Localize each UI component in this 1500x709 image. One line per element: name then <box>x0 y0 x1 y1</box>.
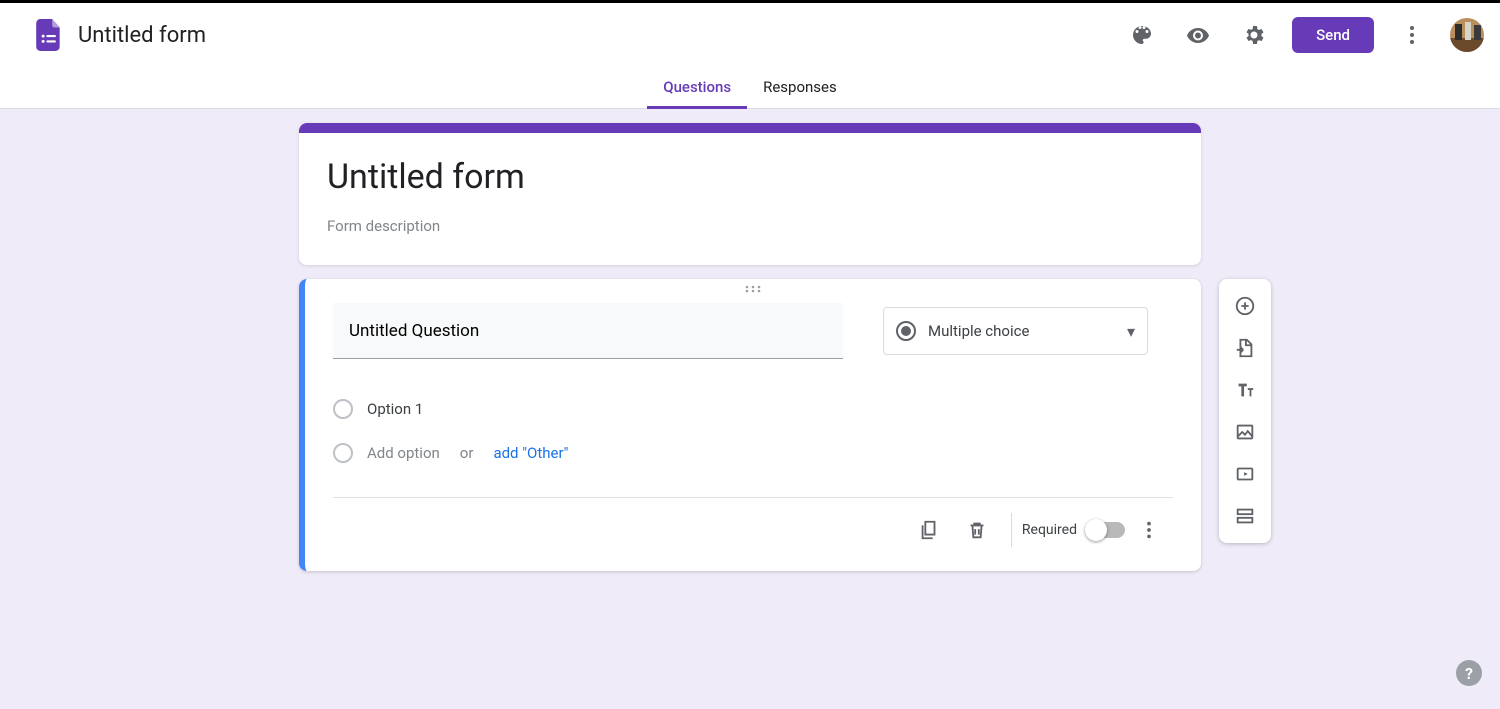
add-section-button[interactable] <box>1223 495 1267 537</box>
drag-handle[interactable] <box>305 279 1201 299</box>
add-option-button[interactable]: Add option <box>367 444 440 462</box>
question-title-input[interactable] <box>333 303 843 359</box>
add-title-button[interactable] <box>1223 369 1267 411</box>
required-label: Required <box>1022 522 1077 538</box>
or-label: or <box>460 444 474 462</box>
form-description[interactable]: Form description <box>327 217 1173 235</box>
option-radio-icon <box>333 399 353 419</box>
send-button[interactable]: Send <box>1292 17 1374 53</box>
side-toolbar <box>1219 279 1271 543</box>
help-button[interactable]: ? <box>1456 660 1482 686</box>
tab-responses[interactable]: Responses <box>747 67 853 109</box>
more-button[interactable] <box>1390 13 1434 57</box>
add-image-button[interactable] <box>1223 411 1267 453</box>
question-more-button[interactable] <box>1125 506 1173 554</box>
palette-icon <box>1130 23 1154 47</box>
editor-tabs: Questions Responses <box>0 67 1500 109</box>
forms-brand-icon[interactable] <box>34 17 64 53</box>
avatar-image <box>1450 18 1484 52</box>
account-avatar[interactable] <box>1450 18 1484 52</box>
form-header-card[interactable]: Untitled form Form description <box>299 123 1201 265</box>
option-label[interactable]: Option 1 <box>367 400 423 418</box>
option-radio-icon <box>333 443 353 463</box>
question-card[interactable]: Multiple choice ▾ Option 1 Add option o <box>299 279 1201 571</box>
copy-icon <box>918 519 940 541</box>
question-type-dropdown[interactable]: Multiple choice ▾ <box>883 307 1148 355</box>
divider <box>1011 513 1012 547</box>
form-accent-bar <box>299 123 1201 133</box>
file-import-icon <box>1234 337 1256 359</box>
more-vert-icon <box>1400 23 1424 47</box>
text-icon <box>1234 379 1256 401</box>
form-title[interactable]: Untitled form <box>327 157 1173 197</box>
drag-dots-icon <box>743 285 763 293</box>
image-icon <box>1234 421 1256 443</box>
settings-button[interactable] <box>1232 13 1276 57</box>
import-questions-button[interactable] <box>1223 327 1267 369</box>
options-list: Option 1 Add option or add "Other" <box>333 387 1173 475</box>
app-header: Untitled form Send <box>0 3 1500 67</box>
plus-circle-icon <box>1234 295 1256 317</box>
question-footer: Required <box>333 497 1173 561</box>
add-option-row: Add option or add "Other" <box>333 431 1173 475</box>
required-toggle[interactable] <box>1087 522 1125 538</box>
gear-icon <box>1242 23 1266 47</box>
option-row[interactable]: Option 1 <box>333 387 1173 431</box>
eye-icon <box>1186 23 1210 47</box>
more-vert-icon <box>1138 519 1160 541</box>
add-other-button[interactable]: add "Other" <box>493 444 568 462</box>
section-icon <box>1234 505 1256 527</box>
add-video-button[interactable] <box>1223 453 1267 495</box>
preview-button[interactable] <box>1176 13 1220 57</box>
tab-questions[interactable]: Questions <box>647 67 747 109</box>
customize-theme-button[interactable] <box>1120 13 1164 57</box>
radio-icon <box>896 321 916 341</box>
question-type-label: Multiple choice <box>928 322 1115 340</box>
duplicate-button[interactable] <box>905 506 953 554</box>
document-title[interactable]: Untitled form <box>78 23 206 48</box>
delete-button[interactable] <box>953 506 1001 554</box>
add-question-button[interactable] <box>1223 285 1267 327</box>
video-icon <box>1234 463 1256 485</box>
form-canvas: Untitled form Form description <box>0 109 1500 709</box>
trash-icon <box>966 519 988 541</box>
chevron-down-icon: ▾ <box>1127 322 1135 341</box>
